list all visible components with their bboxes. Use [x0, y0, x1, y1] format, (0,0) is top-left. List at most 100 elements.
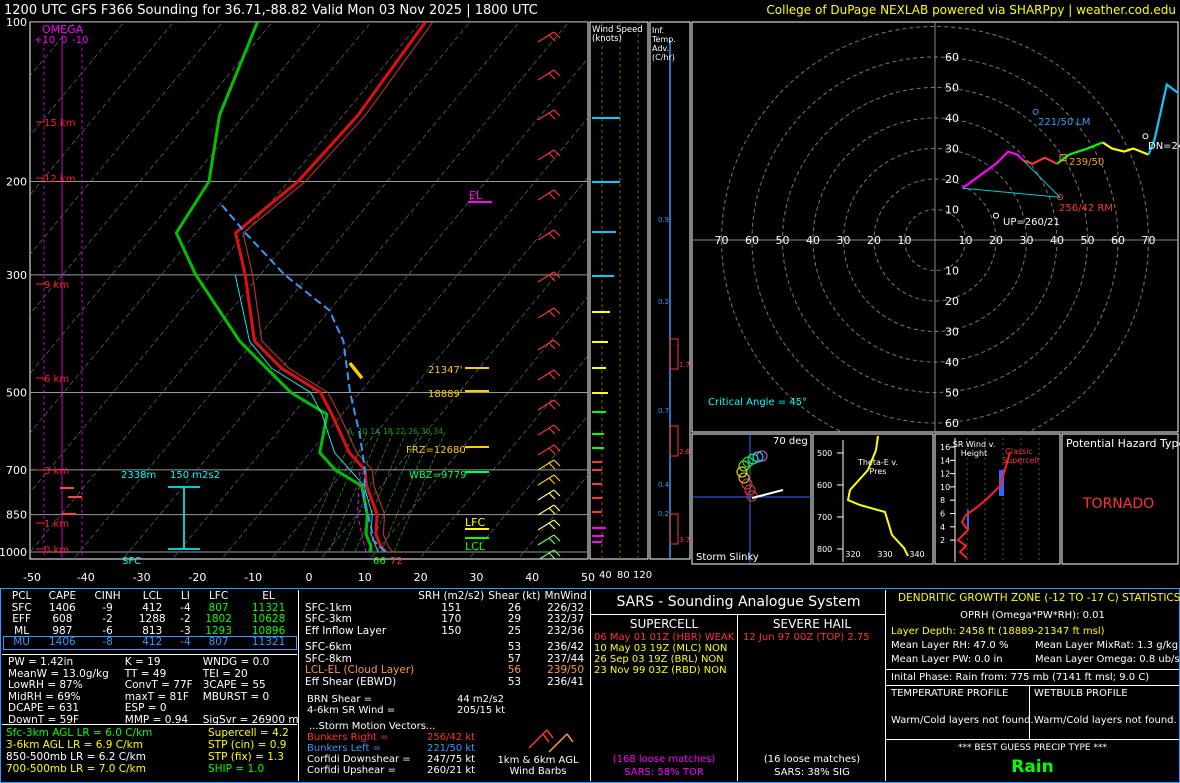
temperature-tick-label: 20	[414, 571, 428, 584]
kin-cell: 236/41	[547, 675, 585, 688]
advection-value: 3.7	[679, 536, 690, 544]
advection-value: 0.4	[658, 481, 670, 489]
kin-cell: LCL-EL (Cloud Layer)	[305, 664, 415, 676]
kin-header: MnWind	[544, 590, 587, 602]
parcel-cell: -8	[102, 636, 113, 648]
hodograph-x-tick: 40	[1050, 234, 1064, 247]
dewpoint-profile-point	[208, 180, 210, 183]
thermo-row: PW = 1.42in K = 19 WNDG = 0.0	[6, 656, 329, 669]
theta-y-tick: 700	[817, 513, 832, 522]
hodo-dn-label: DN=247/75	[1148, 141, 1180, 152]
lapse-rate: 850-500mb LR = 6.2 C/km	[6, 751, 146, 763]
temperature-profile-point	[348, 452, 351, 454]
parcel-cell: -2	[102, 613, 113, 625]
dgz-depth: Layer Depth: 2458 ft (18889-21347 ft msl…	[891, 626, 1105, 637]
kin-cell	[416, 642, 486, 654]
wetbulb-profile-text: Warm/Cold layers not found.	[1034, 715, 1177, 726]
dgz-rh: Mean Layer RH: 47.0 %	[891, 640, 1009, 651]
lfc-label: LFC	[465, 516, 486, 529]
temperature-tick-label: -30	[133, 571, 151, 584]
dewpoint-profile-point	[265, 367, 268, 370]
srwind-label: 4-6km SR Wind =	[307, 705, 396, 716]
temperature-profile-point	[331, 413, 333, 416]
dewpoint-profile-point	[175, 232, 178, 234]
dgz-omega: Mean Layer Omega: 0.8 ub/s	[1035, 654, 1180, 665]
dewpoint-profile-point	[365, 533, 367, 535]
temperature-tick-label: -50	[23, 571, 41, 584]
hodograph-x-tick: 70	[715, 234, 729, 247]
composite-index: STP (cin) = 0.9	[208, 739, 287, 751]
hodo-critical-angle: Critical Angle = 45°	[708, 397, 808, 408]
parcel-header: CINH	[94, 590, 121, 602]
hodograph-ring-label: 50	[945, 387, 959, 400]
sars-supercell-loose: (168 loose matches)	[612, 754, 716, 765]
bunkers-right-label: Bunkers Right =	[307, 732, 389, 743]
pressure-tick-label: 700	[6, 464, 27, 477]
bunkers-right-value: 256/42 kt	[427, 732, 476, 743]
hodograph-x-tick: 60	[745, 234, 759, 247]
temperature-profile-point	[244, 274, 246, 276]
parcel-cell: 1406	[48, 636, 76, 648]
dewpoint-profile-point	[318, 452, 321, 454]
mixing-ratio-label: 30	[421, 427, 431, 436]
hodograph-ring-label: 30	[945, 143, 959, 156]
dgz-oprh: OPRH (Omega*PW*RH): 0.01	[960, 610, 1105, 621]
parcel-header: EL	[262, 590, 275, 602]
el-label: EL	[469, 189, 483, 202]
hodograph-x-tick: 10	[959, 234, 973, 247]
temperature-tick-label: -40	[77, 571, 95, 584]
hodograph-ring-label: 10	[945, 265, 959, 278]
hodograph-x-tick: 10	[898, 234, 912, 247]
kin-cell: SFC-3km	[305, 613, 352, 625]
advection-value: 0.7	[658, 407, 669, 415]
pressure-tick-label: 100	[6, 16, 27, 29]
kin-cell: 232/37	[547, 613, 585, 625]
frz-label: FRZ=12680'	[406, 445, 469, 456]
theta-x-tick: 320	[845, 550, 860, 559]
brn-label: BRN Shear =	[307, 694, 373, 705]
thermo-panel: PW = 1.42in K = 19 WNDG = 0.0 MeanW = 13.0g…	[2, 654, 321, 725]
advection-value: 0.2	[658, 510, 669, 518]
dewpoint-profile-point	[334, 469, 337, 471]
dewpoint-profile-point	[360, 484, 363, 487]
sr-supercell-label: Classic Supercell	[1002, 447, 1040, 465]
kin-cell	[416, 677, 486, 689]
hodograph-ring-label: 50	[945, 82, 959, 95]
hodograph-ring-label: 40	[945, 356, 959, 369]
composite-index: SHIP = 1.0	[208, 763, 265, 775]
height-label: 12 km	[44, 174, 75, 185]
kin-row: SFC-6km53236/42157/15	[303, 641, 630, 654]
kin-cell: 236/42	[547, 641, 585, 653]
effective-layer-top: 2338m	[121, 470, 157, 481]
mixing-ratio-label: 22	[396, 427, 406, 436]
brn-value: 44 m2/s2	[457, 694, 504, 705]
hodograph-x-tick: 70	[1142, 234, 1156, 247]
sfc-temperature: 72	[390, 556, 403, 567]
lapse-rate: Sfc-3km AGL LR = 6.0 C/km	[6, 727, 153, 739]
precip-type-value: Rain	[1011, 757, 1054, 777]
wetbulb-profile-title: WETBULB PROFILE	[1034, 688, 1128, 699]
temperature-profile-point	[357, 114, 359, 117]
height-label: 0 km	[44, 545, 69, 556]
parcel-cell: 1802	[205, 613, 232, 625]
hodo-mean-label: 239/50	[1069, 157, 1105, 168]
parcel-header: LI	[180, 590, 190, 602]
hodograph-x-tick: 60	[1111, 234, 1125, 247]
temperature-profile-point	[375, 533, 377, 535]
sars-supercell-match: 26 Sep 03 19Z (BRL) NON	[594, 654, 724, 665]
lapse-panel: Sfc-3km AGL LR = 6.0 C/km 3-6km AGL LR = …	[2, 724, 297, 781]
advection-value: 0.2	[658, 298, 669, 306]
kin-cell: 53	[507, 675, 522, 688]
sfc-dewpoint: 66	[373, 556, 386, 567]
precip-type-title: *** BEST GUESS PRECIP TYPE ***	[958, 743, 1107, 753]
slinky-title: Storm Slinky	[696, 552, 759, 563]
sr-y-tick: 4	[940, 523, 945, 532]
hodograph-ring-label: 20	[945, 295, 959, 308]
hodograph-ring-label: 10	[945, 204, 959, 217]
kinematic-table: SRH (m2/s2)Shear (kt)MnWindSRWSFC-1km151…	[303, 590, 630, 689]
thermo-cell: LowRH = 87%	[8, 679, 83, 691]
parcel-row: MU 1406 -8 412 -4 807 11321	[3, 636, 297, 650]
barbs-label: 1km & 6km AGL Wind Barbs	[497, 755, 579, 777]
omega-tick-minus: -10	[72, 35, 89, 46]
kin-cell: SFC-6km	[305, 641, 352, 653]
